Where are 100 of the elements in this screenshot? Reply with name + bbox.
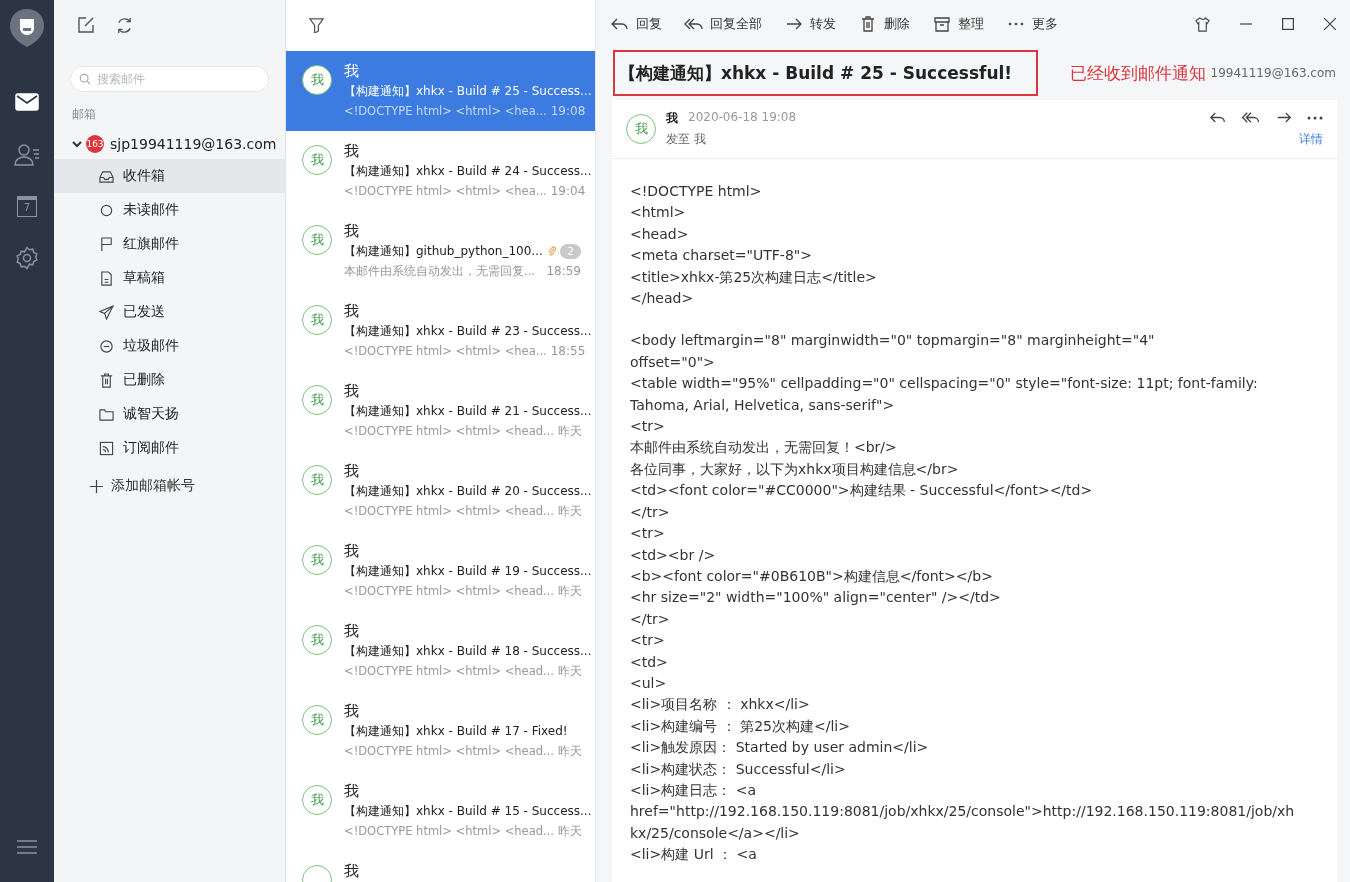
code-line: </tr> [630, 502, 671, 522]
organize-button[interactable]: 整理 [932, 15, 984, 33]
message-date: 2020-06-18 19:08 [688, 110, 797, 126]
message-time: 昨天 [558, 743, 582, 760]
add-account-button[interactable]: 添加邮箱帐号 [54, 465, 285, 495]
message-preview: <!DOCTYPE html> <html> <hea... [344, 343, 547, 360]
sender-name: 我 [344, 861, 360, 881]
avatar: 我 [302, 385, 332, 415]
annotation-text: 已经收到邮件通知 [1070, 61, 1206, 85]
message-item[interactable]: 我 我 【构建通知】xhkx - Build # 24 - Success... <!DOCTYPE html> <html> <hea... 19:04 [286, 131, 595, 211]
message-time: 19:08 [550, 103, 586, 120]
message-subject: 【构建通知】xhkx - Build # 17 - Fixed! [344, 723, 569, 740]
message-time: 19:04 [550, 183, 586, 200]
sender-name: 我 [666, 110, 678, 127]
code-line: <tr> [630, 524, 666, 544]
code-line: <li>构建编号 ： 第25次构建</li> [630, 716, 851, 736]
folder-item[interactable]: 已发送 [54, 295, 285, 329]
code-line: <meta charset="UTF-8"> [630, 246, 813, 266]
code-line: <td><font color="#CC0000">构建结果 - Successful</font></td> [630, 481, 1094, 501]
more-button[interactable]: 更多 [1006, 15, 1058, 33]
reply-all-button[interactable]: 回复全部 [684, 15, 762, 33]
message-item[interactable]: 我 我 【构建通知】xhkx - Build # 18 - Success... <!DOCTYPE html> <html> <head... 昨天 [286, 611, 595, 691]
sender-name: 我 [344, 541, 360, 561]
delete-button[interactable]: 删除 [858, 15, 910, 33]
message-item[interactable]: 我 我 【构建通知】xhkx - Build # 23 - Success... <!DOCTYPE html> <html> <hea... 18:55 [286, 291, 595, 371]
sender-name: 我 [344, 221, 360, 241]
message-subject: 【构建通知】xhkx - Build # 21 - Success... [344, 403, 592, 420]
account-address: 19941119@163.com [1210, 66, 1336, 80]
message-item[interactable]: 我 我 【构建通知】xhkx - Build # 21 - Success... <!DOCTYPE html> <html> <head... 昨天 [286, 371, 595, 451]
code-line: <table width="95%" cellpadding="0" cellspacing="0" style="font-size: 11pt; font-family: [630, 374, 1259, 394]
code-line: </head> [630, 289, 695, 309]
folder-item[interactable]: 未读邮件 [54, 193, 285, 227]
message-item[interactable]: 我 我 【构建通知】xhkx - Build # 15 - Success... <!DOCTYPE html> <html> <head... 昨天 [286, 771, 595, 851]
code-line: <b><font color="#0B610B">构建信息</font></b> [630, 566, 994, 586]
code-line: <td> [630, 652, 669, 672]
folder-item[interactable]: 红旗邮件 [54, 227, 285, 261]
message-item[interactable]: 我 我 【构建通知】xhkx - Build # 17 - Fixed! <!DOCTYPE html> <html> <head... 昨天 [286, 691, 595, 771]
calendar-nav-button[interactable]: 7 [0, 180, 54, 232]
code-line: Tahoma, Arial, Helvetica, sans-serif"> [630, 395, 896, 415]
message-time: 18:55 [550, 343, 586, 360]
calendar-day: 7 [23, 202, 31, 213]
sender-name: 我 [344, 701, 360, 721]
search-field[interactable]: 搜索邮件 [70, 66, 269, 92]
code-line: <body leftmargin="8" marginwidth="0" topmargin="8" marginheight="4" [630, 331, 1156, 351]
folder-item[interactable]: 诚智天扬 [54, 397, 285, 431]
details-link[interactable]: 详情 [1299, 131, 1323, 148]
code-line: <tr> [630, 417, 666, 437]
folder-item[interactable]: 已删除 [54, 363, 285, 397]
message-item[interactable]: 我 我 【构建通知】xhkx - Build # 19 - Success... <!DOCTYPE html> <html> <head... 昨天 [286, 531, 595, 611]
message-preview: <!DOCTYPE html> <html> <head... [344, 503, 554, 520]
message-time: 昨天 [558, 583, 582, 600]
code-line: <li>构建日志： <a [630, 780, 757, 800]
code-line: <li>触发原因： Started by user admin</li> [630, 738, 930, 758]
avatar: 我 [302, 705, 332, 735]
reply-button[interactable]: 回复 [610, 15, 662, 33]
code-line: href="http://192.168.150.119:8081/job/xhkx/25/console">http://192.168.150.119:8081/job/xh [630, 802, 1296, 822]
message-preview: <!DOCTYPE html> <html> <head... [344, 743, 554, 760]
forward-button[interactable]: 转发 [784, 15, 836, 33]
folder-item[interactable]: 订阅邮件 [54, 431, 285, 465]
sender-name: 我 [344, 461, 360, 481]
avatar: 我 [302, 65, 332, 95]
message-subject: 【构建通知】xhkx - Build # 20 - Success... [344, 483, 592, 500]
avatar: 我 [302, 225, 332, 255]
folder-item[interactable]: 收件箱 [54, 159, 285, 193]
avatar: 我 [302, 785, 332, 815]
sender-name: 我 [344, 301, 360, 321]
message-preview: <!DOCTYPE html> <html> <head... [344, 423, 554, 440]
code-line: <li>项目名称 ： xhkx</li> [630, 695, 811, 715]
code-line: <head> [630, 224, 690, 244]
code-line: <tr> [630, 631, 666, 651]
message-item[interactable]: 我 我 【构建通知】xhkx - Build # 20 - Success... <!DOCTYPE html> <html> <head... 昨天 [286, 451, 595, 531]
section-label: 邮箱 [71, 106, 97, 123]
message-subject: 【构建通知】xhkx - Build # 23 - Success... [344, 323, 592, 340]
avatar: 我 [302, 465, 332, 495]
sender-name: 我 [344, 621, 360, 641]
message-item[interactable]: 我 我 【构建通知】xhkx - Build # 25 - Success... <!DOCTYPE html> <html> <hea... 19:08 [286, 51, 595, 131]
message-preview: <!DOCTYPE html> <html> <head... [344, 663, 554, 680]
message-preview: <!DOCTYPE html> <html> <head... [344, 823, 554, 840]
avatar: 我 [302, 305, 332, 335]
message-item[interactable]: 我 [286, 851, 595, 882]
sender-name: 我 [344, 61, 360, 81]
code-line: <td><br /> [630, 545, 717, 565]
recipient-line: 发至 我 [666, 132, 706, 146]
code-line: </tr> [630, 609, 671, 629]
message-preview: 本邮件由系统自动发出，无需回复... [344, 263, 536, 280]
account-badge: 163 [86, 135, 104, 153]
message-subject: 【构建通知】xhkx - Build # 19 - Success... [344, 563, 592, 580]
message-title: 【构建通知】xhkx - Build # 25 - Successful! [619, 61, 1013, 85]
message-subject: 【构建通知】xhkx - Build # 15 - Success... [344, 803, 592, 820]
message-time: 昨天 [558, 823, 582, 840]
message-time: 昨天 [558, 503, 582, 520]
message-preview: <!DOCTYPE html> <html> <hea... [344, 183, 547, 200]
account-address[interactable]: sjp19941119@163.com [110, 136, 277, 152]
message-preview: <!DOCTYPE html> <html> <hea... [344, 103, 547, 120]
folder-item[interactable]: 草稿箱 [54, 261, 285, 295]
sender-name: 我 [344, 781, 360, 801]
folder-item[interactable]: 垃圾邮件 [54, 329, 285, 363]
code-line: <html> [630, 203, 687, 223]
avatar: 我 [302, 145, 332, 175]
message-time: 昨天 [558, 663, 582, 680]
